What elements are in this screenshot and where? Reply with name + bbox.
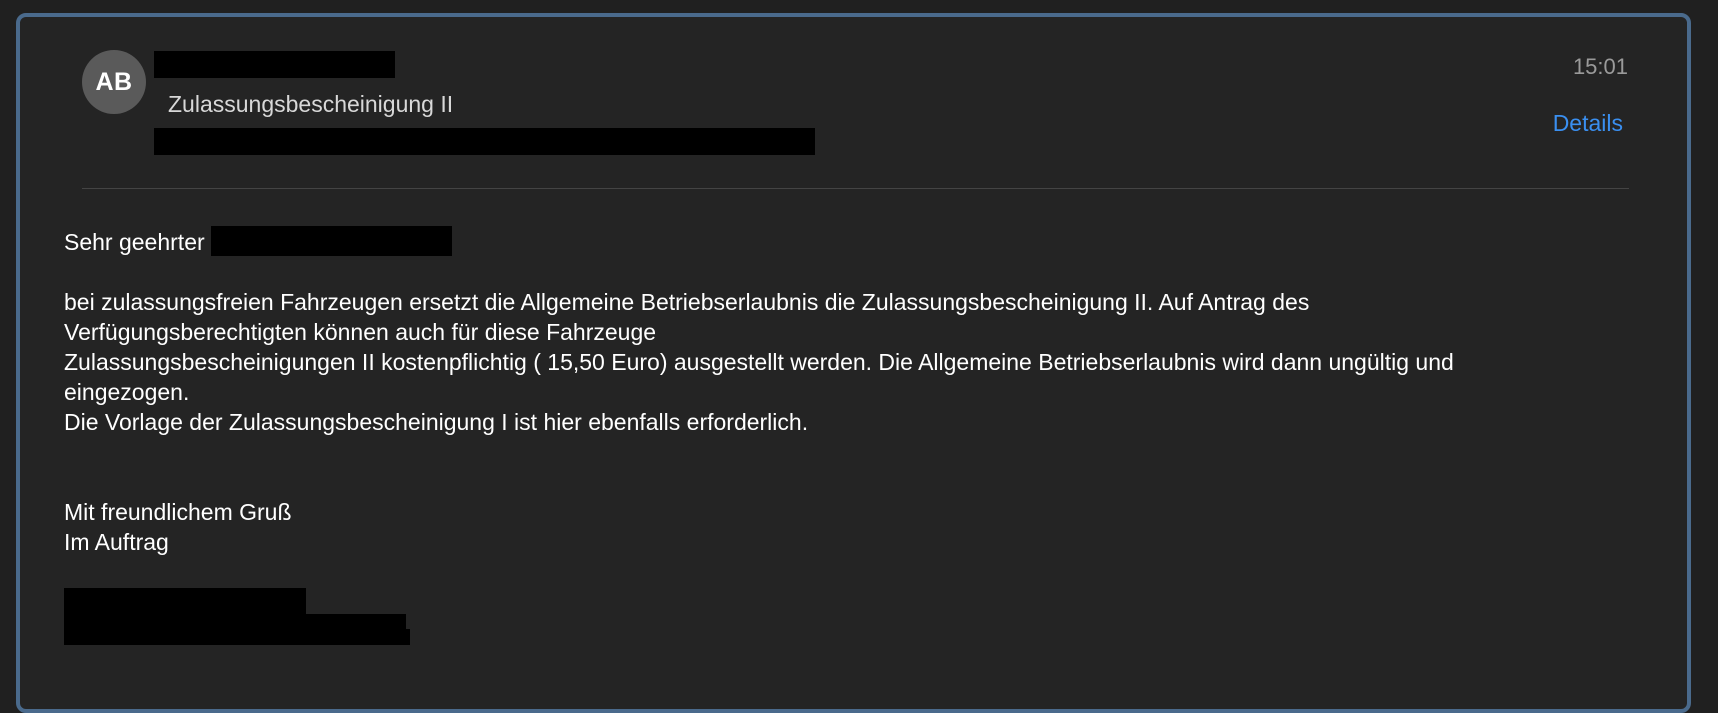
body-text-line: eingezogen. [64, 379, 190, 405]
sender-avatar: AB [82, 50, 146, 114]
body-text-line: bei zulassungsfreien Fahrzeugen ersetzt … [64, 289, 1310, 315]
closing-text-line: Mit freundlichem Gruß [64, 499, 292, 525]
redacted-signature [64, 614, 406, 630]
message-subject: Zulassungsbescheinigung II [168, 91, 454, 117]
header-divider [82, 188, 1629, 189]
greeting-text: Sehr geehrter [64, 229, 205, 255]
body-text-line: Verfügungsberechtigten können auch für d… [64, 319, 657, 345]
message-body: Sehr geehrter bei zulassungsfreien Fahrz… [64, 226, 1664, 557]
redacted-recipient-name [211, 226, 453, 256]
redacted-signature [64, 629, 410, 645]
redacted-recipient-line [154, 128, 815, 155]
redacted-sender-name [154, 51, 395, 78]
closing-text-line: Im Auftrag [64, 529, 169, 555]
message-time: 15:01 [1572, 54, 1628, 79]
redacted-signature [64, 588, 306, 614]
body-text-line: Zulassungsbescheinigungen II kostenpflic… [64, 349, 1454, 375]
greeting-line: Sehr geehrter [64, 226, 1664, 257]
details-link[interactable]: Details [1553, 110, 1623, 137]
body-text-line: Die Vorlage der Zulassungsbescheinigung … [64, 409, 809, 435]
